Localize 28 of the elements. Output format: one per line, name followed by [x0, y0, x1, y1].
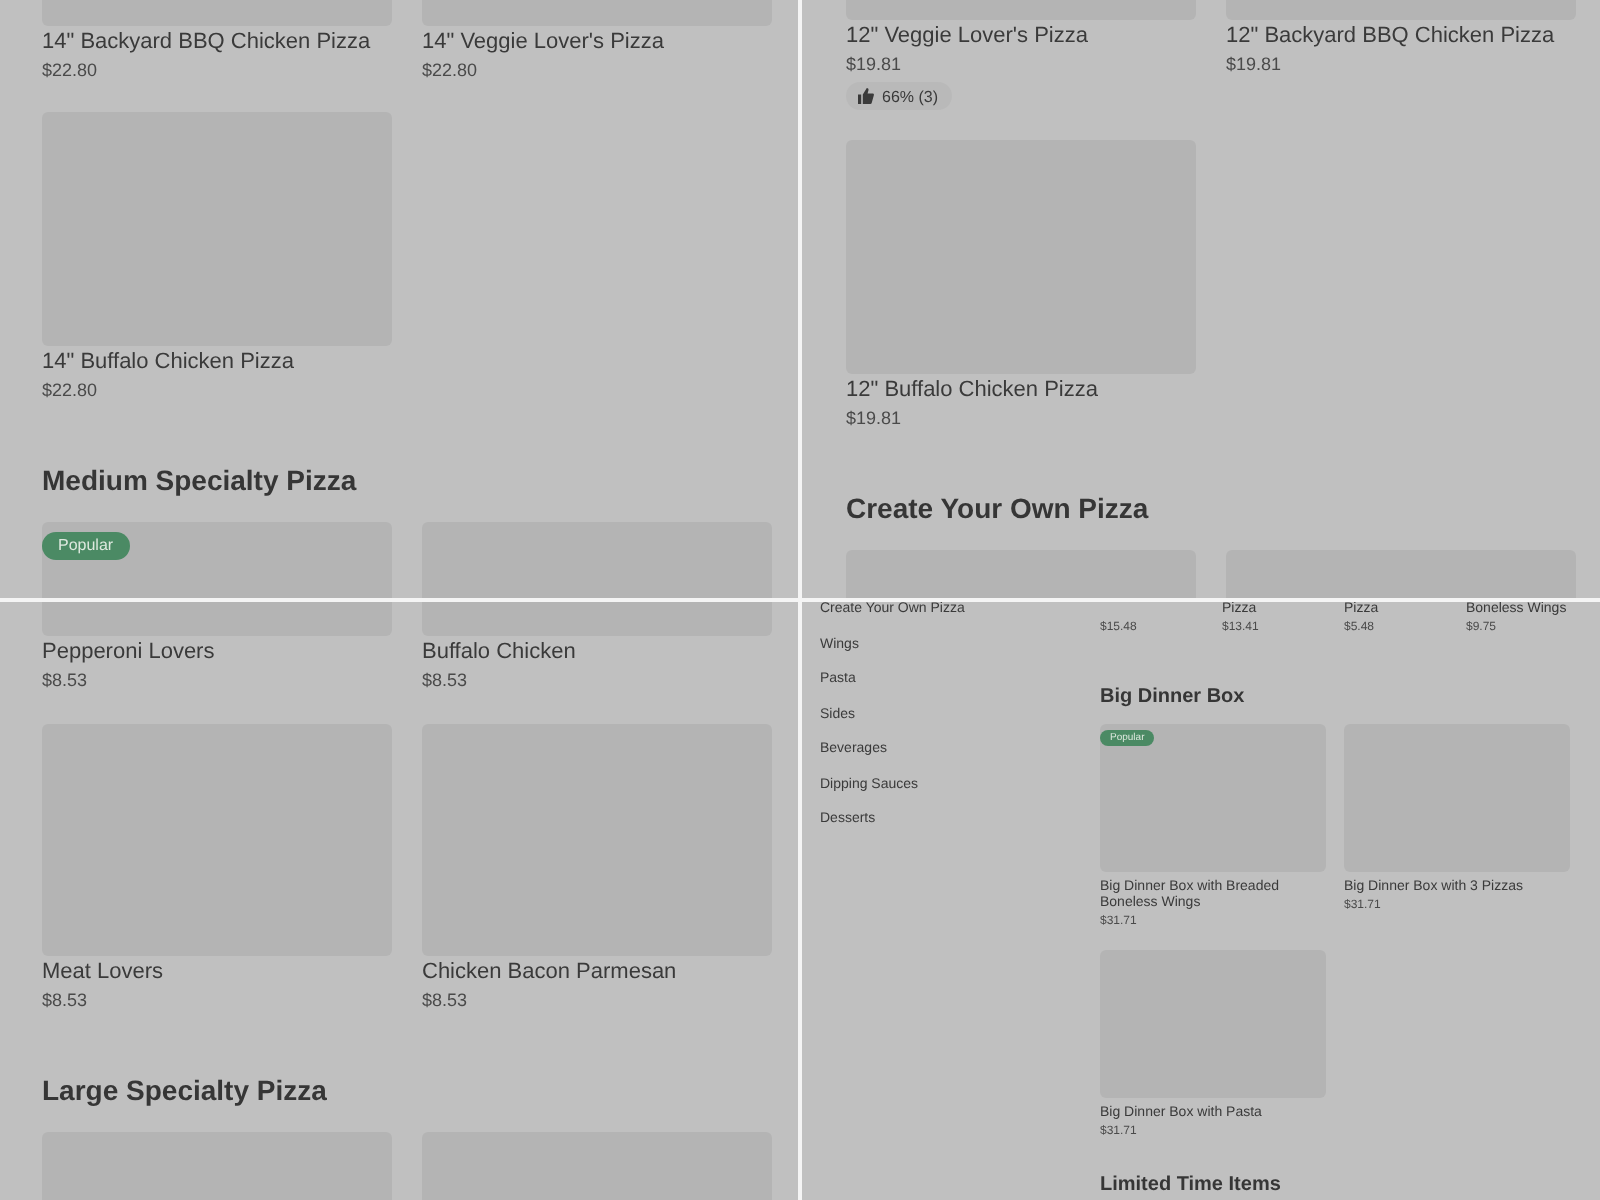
item-name[interactable]: Meat Lovers — [42, 956, 392, 988]
item-price: $19.81 — [846, 406, 904, 430]
thumbs-up-icon — [858, 88, 874, 104]
item-name[interactable]: 12" Veggie Lover's Pizza — [846, 20, 1196, 52]
section-heading: Big Dinner Box — [1100, 686, 1247, 710]
item-name[interactable]: 12" Buffalo Chicken Pizza — [846, 374, 1196, 406]
item-name[interactable]: Pepperoni Lovers — [42, 636, 392, 668]
item-name[interactable]: Buffalo Chicken — [422, 636, 772, 668]
section-heading: Medium Specialty Pizza — [42, 462, 359, 500]
section-heading: Create Your Own Pizza — [846, 490, 1151, 528]
item-name[interactable]: Chicken Bacon Parmesan — [422, 956, 772, 988]
item-name[interactable]: 12" Backyard BBQ Chicken Pizza — [1226, 20, 1576, 52]
item-price: $8.53 — [42, 988, 90, 1012]
popular-tag: Popular — [42, 532, 130, 560]
item-name[interactable]: 14" Backyard BBQ Chicken Pizza — [42, 26, 392, 58]
item-price: $19.81 — [1226, 52, 1284, 76]
item-price: $8.53 — [422, 668, 470, 692]
item-price: $22.80 — [42, 378, 100, 402]
item-price: $8.53 — [42, 668, 90, 692]
section-heading: Large Specialty Pizza — [42, 1072, 329, 1110]
item-price: $22.80 — [42, 58, 100, 82]
item-price: $22.80 — [422, 58, 480, 82]
item-price: $19.81 — [846, 52, 904, 76]
rating-text: 66% (3) — [882, 87, 939, 105]
item-name[interactable]: 14" Buffalo Chicken Pizza — [42, 346, 392, 378]
item-name[interactable]: 14" Veggie Lover's Pizza — [422, 26, 772, 58]
section-heading: Limited Time Items — [1100, 1174, 1283, 1198]
item-price: $8.53 — [422, 988, 470, 1012]
